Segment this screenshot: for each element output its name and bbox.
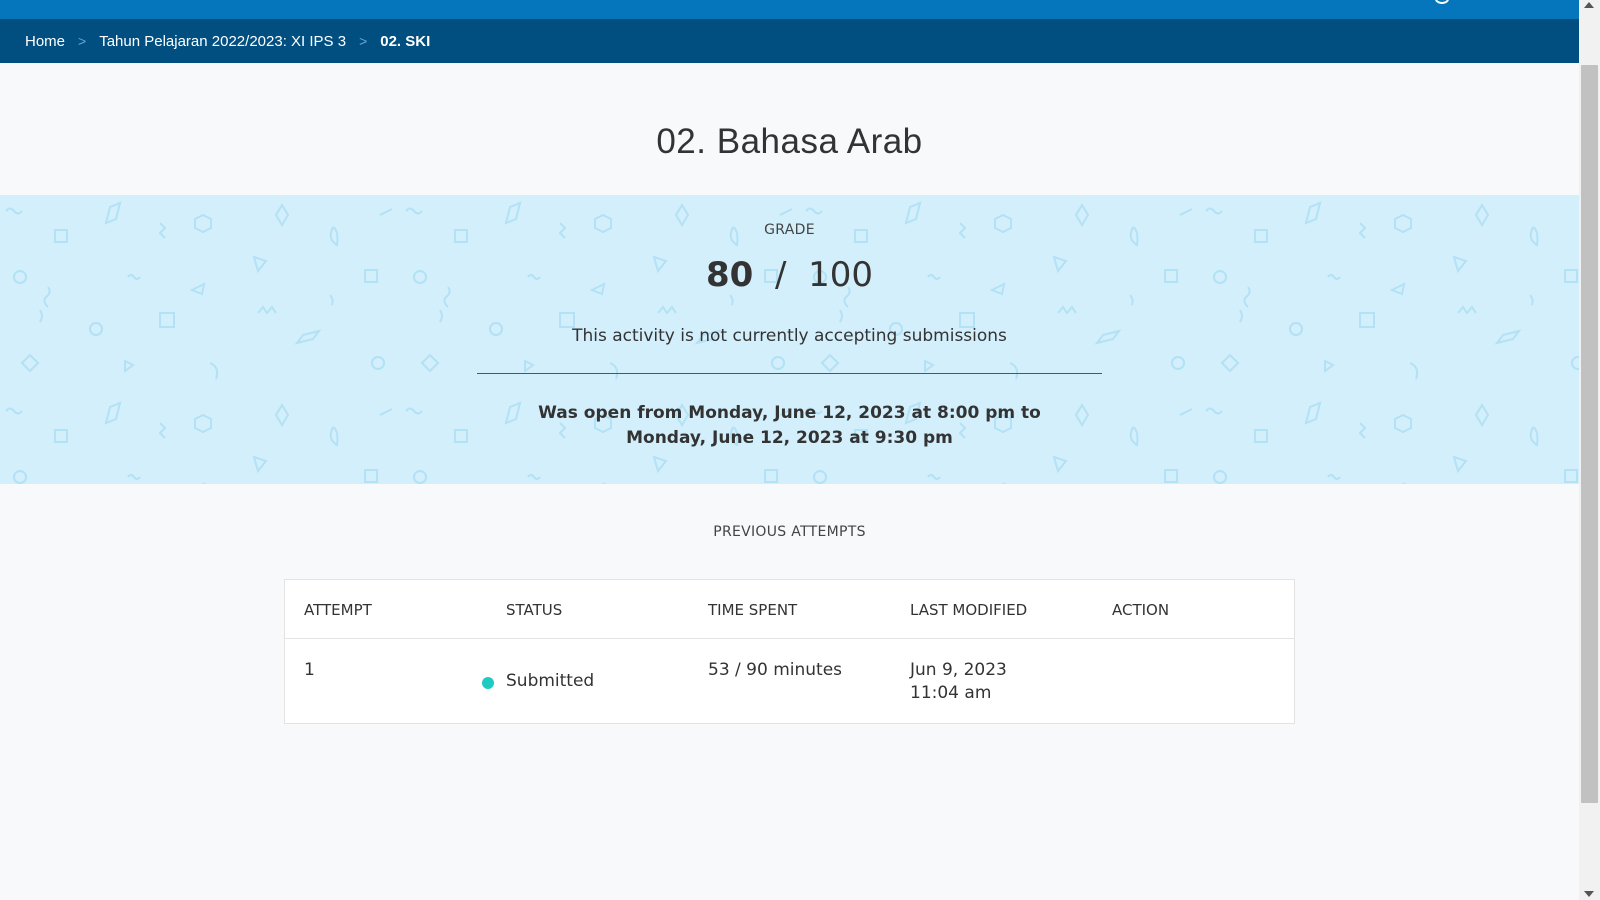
column-header-time-spent: TIME SPENT (708, 601, 798, 619)
grade-max: 100 (808, 255, 873, 295)
divider (477, 373, 1102, 374)
column-header-action: ACTION (1112, 601, 1170, 619)
breadcrumb-current: 02. SKI (380, 32, 431, 50)
breadcrumb: Home > Tahun Pelajaran 2022/2023: XI IPS… (0, 19, 1579, 63)
scroll-up-icon[interactable] (1584, 2, 1594, 8)
top-bar (0, 0, 1579, 19)
grade-label: GRADE (764, 222, 815, 238)
attempt-time-spent: 53 / 90 minutes (708, 660, 843, 680)
status-dot-icon (482, 677, 494, 689)
open-dates: Was open from Monday, June 12, 2023 at 8… (538, 403, 1041, 448)
attempt-last-modified-date: Jun 9, 2023 (910, 660, 1007, 680)
scrollbar-thumb[interactable] (1581, 65, 1598, 803)
grade-score: 80 (706, 255, 754, 295)
column-header-status: STATUS (506, 601, 563, 619)
attempt-number: 1 (304, 660, 315, 680)
page-title: 02. Bahasa Arab (656, 122, 923, 161)
grade-separator: / (774, 255, 787, 295)
table-header: ATTEMPT STATUS TIME SPENT LAST MODIFIED … (285, 580, 1294, 639)
grade-panel: GRADE 80 / 100 This activity is not curr… (0, 195, 1579, 484)
attempts-table: ATTEMPT STATUS TIME SPENT LAST MODIFIED … (284, 579, 1295, 724)
column-header-last-modified: LAST MODIFIED (910, 601, 1028, 619)
attempt-status: Submitted (506, 671, 595, 691)
breadcrumb-separator: > (359, 33, 368, 49)
user-avatar-icon[interactable] (1435, 0, 1449, 4)
attempt-last-modified-time: 11:04 am (910, 683, 992, 703)
vertical-scrollbar[interactable] (1579, 0, 1600, 900)
previous-attempts-heading: PREVIOUS ATTEMPTS (713, 524, 866, 540)
breadcrumb-separator: > (78, 33, 87, 49)
scroll-down-icon[interactable] (1584, 891, 1594, 897)
submission-notice: This activity is not currently accepting… (572, 326, 1007, 346)
grade-value: 80 / 100 (0, 255, 1579, 295)
breadcrumb-home-link[interactable]: Home (25, 33, 65, 50)
column-header-attempt: ATTEMPT (304, 601, 372, 619)
breadcrumb-course-link[interactable]: Tahun Pelajaran 2022/2023: XI IPS 3 (99, 33, 346, 50)
